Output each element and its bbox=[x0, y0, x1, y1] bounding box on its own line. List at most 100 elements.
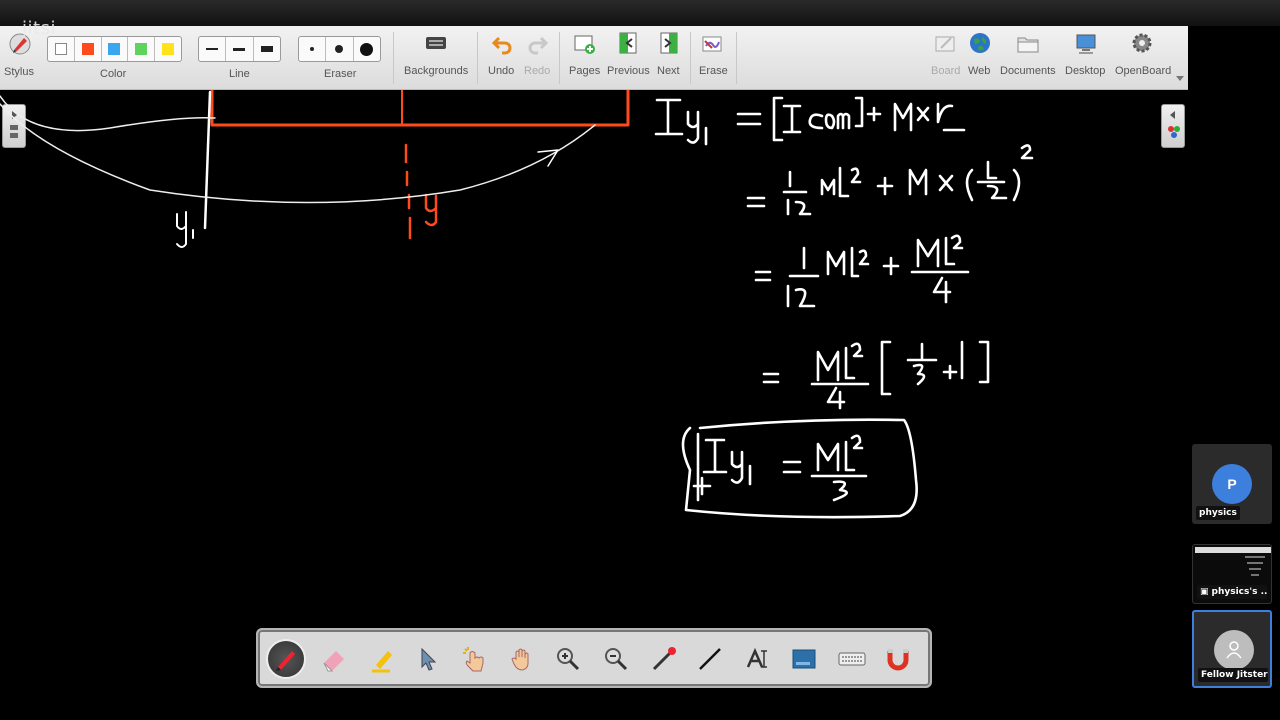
erase-button[interactable]: Erase bbox=[695, 26, 731, 90]
keyboard-background-icon bbox=[426, 37, 446, 49]
folder-icon bbox=[1017, 37, 1039, 53]
zoom-in-tool-button[interactable] bbox=[548, 639, 588, 679]
screen-capture-icon bbox=[792, 649, 816, 669]
pointing-hand-icon bbox=[463, 647, 484, 672]
backgrounds-button[interactable]: Backgrounds bbox=[400, 26, 472, 90]
board-button[interactable]: Board bbox=[927, 26, 963, 90]
eraser-large[interactable] bbox=[354, 37, 380, 61]
selector-tool-button[interactable] bbox=[408, 639, 448, 679]
laser-pointer-tool-button[interactable] bbox=[644, 639, 684, 679]
color-blue[interactable] bbox=[102, 37, 129, 61]
undo-icon bbox=[491, 36, 512, 55]
screen-share-icon: ▣ bbox=[1200, 587, 1209, 597]
divider bbox=[736, 32, 737, 84]
undo-button[interactable]: Undo bbox=[485, 26, 519, 90]
pen-tool-button[interactable] bbox=[266, 639, 306, 679]
next-page-icon bbox=[660, 32, 678, 54]
previous-label: Previous bbox=[607, 65, 650, 77]
participant-tile-physics[interactable]: P physics bbox=[1192, 444, 1272, 524]
main-toolbar: Stylus Color Line Eraser Backgrounds Und… bbox=[0, 26, 1188, 90]
zoom-in-icon bbox=[557, 648, 580, 671]
whiteboard-drawing[interactable] bbox=[0, 90, 1188, 630]
participant-name: physics bbox=[1196, 506, 1240, 520]
openboard-label: OpenBoard bbox=[1115, 65, 1172, 77]
screenshare-preview-content bbox=[1213, 556, 1265, 587]
openboard-button[interactable]: OpenBoard bbox=[1112, 26, 1172, 90]
erase-board-icon bbox=[702, 36, 722, 52]
erase-label: Erase bbox=[699, 65, 728, 77]
text-icon bbox=[746, 647, 767, 668]
desktop-monitor-icon bbox=[1076, 34, 1096, 54]
color-white[interactable] bbox=[48, 37, 75, 61]
eraser-small[interactable] bbox=[299, 37, 327, 61]
capture-tool-button[interactable] bbox=[784, 639, 824, 679]
eraser-medium[interactable] bbox=[326, 37, 354, 61]
y1-label bbox=[176, 211, 194, 248]
magnet-tool-button[interactable] bbox=[878, 639, 918, 679]
board-icon bbox=[935, 36, 955, 52]
eraser-tool-button[interactable] bbox=[314, 639, 354, 679]
desktop-button[interactable]: Desktop bbox=[1062, 26, 1110, 90]
backgrounds-label: Backgrounds bbox=[404, 65, 469, 77]
rotation-curve bbox=[0, 103, 596, 204]
toolbar-overflow-arrow-icon[interactable] bbox=[1176, 76, 1184, 82]
participant-tile-fellow-jitster[interactable]: Fellow Jitster bbox=[1192, 610, 1272, 688]
cursor-arrow-icon bbox=[421, 647, 437, 671]
color-yellow[interactable] bbox=[155, 37, 181, 61]
keyboard-tool-button[interactable] bbox=[832, 639, 872, 679]
color-green[interactable] bbox=[128, 37, 156, 61]
divider bbox=[690, 32, 691, 84]
documents-button[interactable]: Documents bbox=[998, 26, 1058, 90]
divider bbox=[477, 32, 478, 84]
line-tool-button[interactable] bbox=[690, 639, 730, 679]
globe-icon bbox=[970, 33, 990, 53]
hand-icon bbox=[511, 648, 529, 671]
eraser-label: Eraser bbox=[324, 68, 357, 80]
edge-axis bbox=[203, 90, 212, 230]
next-label: Next bbox=[657, 65, 680, 77]
rod-rectangle bbox=[210, 90, 630, 127]
line-icon bbox=[699, 648, 721, 670]
screen: jitsi Stylus Color Line Eraser Backgroun… bbox=[0, 0, 1280, 720]
color-red[interactable] bbox=[75, 37, 102, 61]
line-medium[interactable] bbox=[226, 37, 254, 61]
y-label bbox=[424, 193, 438, 227]
text-tool-button[interactable] bbox=[738, 639, 778, 679]
participant-name: Fellow Jitster bbox=[1198, 668, 1268, 682]
zoom-out-tool-button[interactable] bbox=[596, 639, 636, 679]
avatar bbox=[1214, 630, 1254, 670]
previous-button[interactable]: Previous bbox=[605, 26, 651, 90]
central-axis-dashed bbox=[404, 143, 412, 240]
eraser-size-picker bbox=[298, 36, 381, 62]
window-top-shade bbox=[0, 0, 1280, 26]
virtual-keyboard-icon bbox=[838, 652, 866, 666]
highlighter-icon bbox=[372, 651, 392, 673]
redo-button[interactable]: Redo bbox=[521, 26, 555, 90]
avatar: P bbox=[1212, 464, 1252, 504]
interactive-tool-button[interactable] bbox=[454, 639, 494, 679]
next-button[interactable]: Next bbox=[653, 26, 685, 90]
web-label: Web bbox=[968, 65, 991, 77]
color-picker bbox=[47, 36, 182, 62]
desktop-label: Desktop bbox=[1065, 65, 1106, 77]
highlighter-tool-button[interactable] bbox=[362, 639, 402, 679]
zoom-out-icon bbox=[605, 648, 628, 671]
pages-button[interactable]: Pages bbox=[566, 26, 602, 90]
participant-tile-screenshare[interactable]: ▣ physics's ... bbox=[1192, 544, 1272, 604]
participant-name: ▣ physics's ... bbox=[1197, 585, 1267, 599]
previous-page-icon bbox=[619, 32, 637, 54]
line-thick[interactable] bbox=[254, 37, 280, 61]
stylus-label: Stylus bbox=[4, 66, 34, 78]
rotation-curve-2 bbox=[0, 95, 216, 132]
undo-label: Undo bbox=[488, 65, 515, 77]
redo-label: Redo bbox=[524, 65, 551, 77]
divider bbox=[393, 32, 394, 84]
participant-name-text: physics's ... bbox=[1211, 587, 1267, 597]
line-label: Line bbox=[229, 68, 250, 80]
board-label: Board bbox=[931, 65, 961, 77]
line-thin[interactable] bbox=[199, 37, 227, 61]
floating-tools-palette bbox=[256, 628, 932, 688]
color-label: Color bbox=[100, 68, 127, 80]
web-button[interactable]: Web bbox=[964, 26, 996, 90]
hand-tool-button[interactable] bbox=[502, 639, 542, 679]
